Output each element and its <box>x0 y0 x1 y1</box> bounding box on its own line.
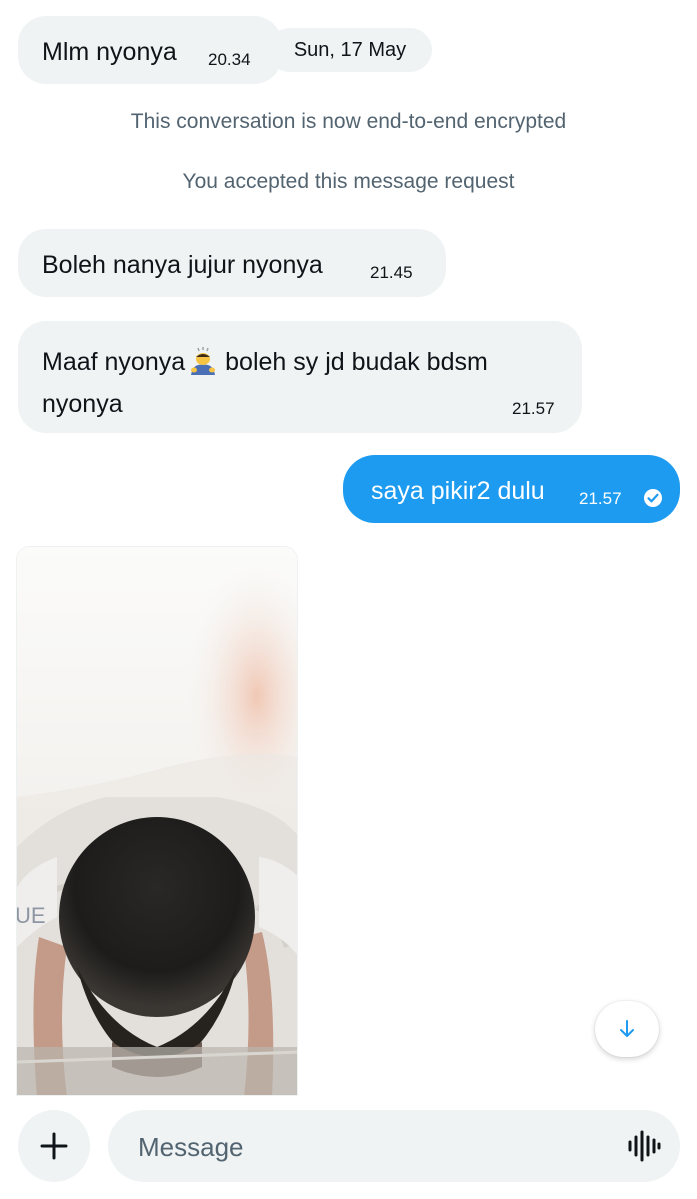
message-input[interactable] <box>136 1126 600 1168</box>
person-bowing-emoji <box>191 347 216 375</box>
arrow-down-icon <box>620 1020 634 1037</box>
message-text: Boleh nanya jujur nyonya <box>42 251 323 279</box>
request-accepted-notice: You accepted this message request <box>182 170 515 193</box>
message-text: Maaf nyonya boleh sy jd budak bdsm nyony… <box>42 341 562 425</box>
chat-screen: Mlm nyonya 20.34 Sun, 17 May This conver… <box>0 0 697 1199</box>
plus-icon <box>40 1132 68 1160</box>
date-divider: Sun, 17 May <box>268 28 432 72</box>
encryption-notice: This conversation is now end-to-end encr… <box>130 110 567 133</box>
message-composer <box>0 1096 697 1199</box>
message-bubble-incoming[interactable]: Maaf nyonya boleh sy jd budak bdsm nyony… <box>18 321 582 433</box>
add-attachment-button[interactable] <box>18 1110 90 1182</box>
svg-text:UE: UE <box>17 903 46 928</box>
read-check-icon <box>644 489 662 507</box>
message-bubble-incoming[interactable]: Mlm nyonya 20.34 <box>18 16 282 84</box>
message-time: 21.57 <box>512 399 555 418</box>
scroll-to-bottom-button[interactable] <box>595 1001 659 1057</box>
message-text: Mlm nyonya <box>42 38 177 66</box>
photo-image: UE <box>17 547 297 1095</box>
message-text: saya pikir2 dulu <box>371 477 545 505</box>
voice-waveform-icon[interactable] <box>626 1128 662 1164</box>
message-bubble-incoming[interactable]: Boleh nanya jujur nyonya 21.45 <box>18 229 446 297</box>
message-time: 20.34 <box>208 50 251 69</box>
message-bubble-outgoing[interactable]: saya pikir2 dulu 21.57 <box>343 455 680 523</box>
message-time: 21.45 <box>370 263 413 282</box>
photo-attachment[interactable]: UE <box>16 546 298 1096</box>
message-text-part: Maaf nyonya <box>42 348 186 376</box>
message-field[interactable] <box>108 1110 680 1182</box>
message-time: 21.57 <box>579 489 622 508</box>
